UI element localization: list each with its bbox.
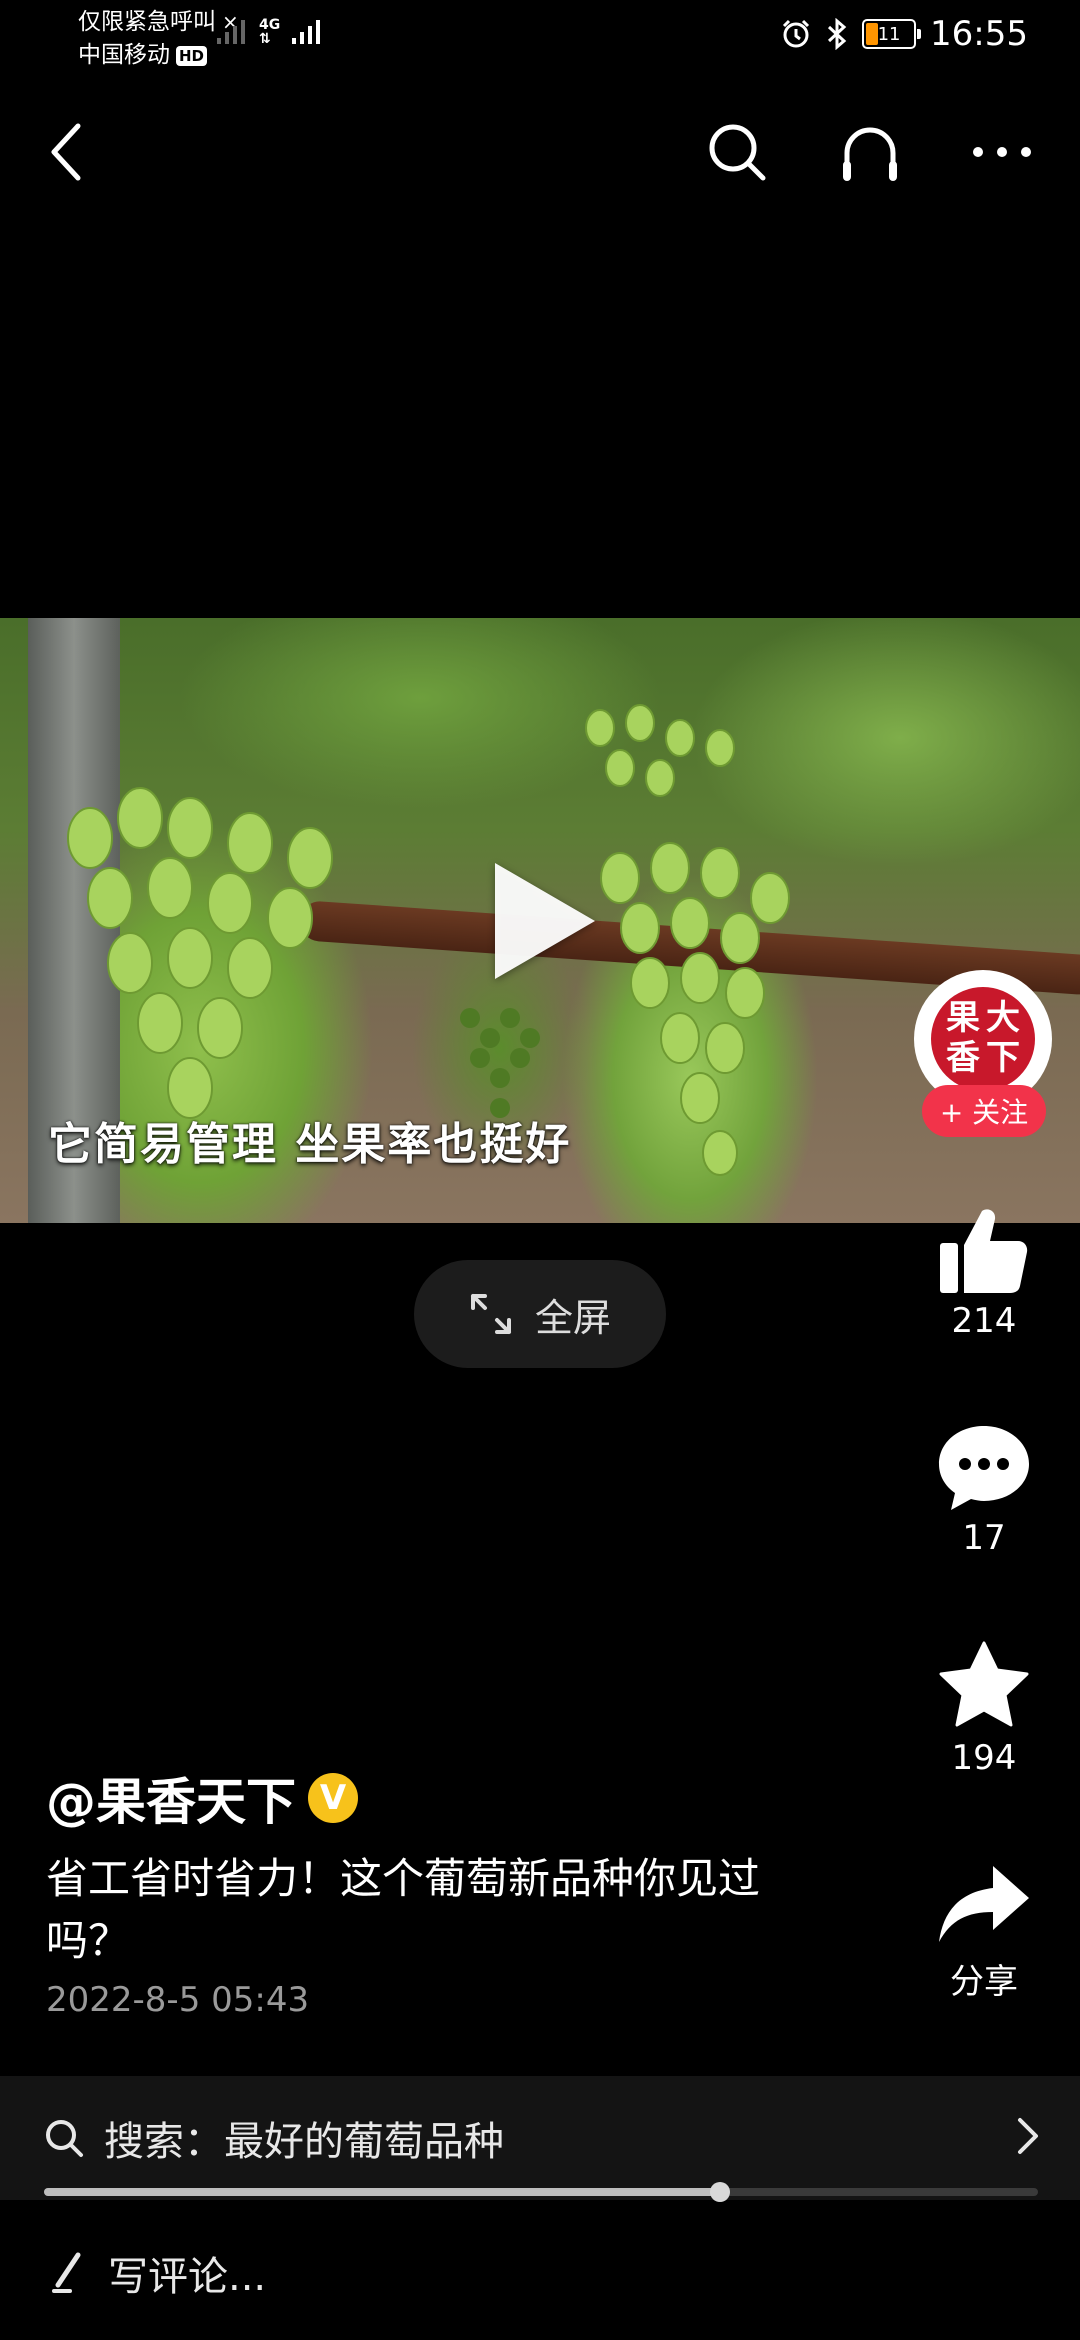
related-search-text: 搜索：最好的葡萄品种 [104, 2119, 504, 2165]
post-date: 2022-8-5 05:43 [46, 1980, 310, 2020]
search-button[interactable] [697, 112, 777, 192]
comment-count: 17 [962, 1518, 1006, 1558]
search-icon [709, 124, 766, 181]
signal-icon-2 [292, 20, 321, 44]
chevron-right-icon [1018, 2118, 1038, 2154]
comment-placeholder: 写评论... [108, 2254, 267, 2300]
comment-bubble-icon [939, 1426, 1029, 1510]
favorite-button[interactable]: 194 [915, 1640, 1053, 1778]
video-subtitle: 它简易管理 坐果率也挺好 [48, 1119, 572, 1170]
signal-icons: 4G ⇅ [215, 16, 324, 46]
video-progress-fill [44, 2188, 720, 2196]
video-progress-bar[interactable] [44, 2182, 1038, 2202]
status-bar-right: 11 16:55 [780, 14, 1028, 54]
listen-button[interactable] [830, 112, 910, 192]
like-count: 214 [951, 1301, 1017, 1341]
fullscreen-label: 全屏 [534, 1295, 611, 1340]
follow-button[interactable]: + 关注 [922, 1085, 1046, 1137]
related-search-bar[interactable]: 搜索：最好的葡萄品种 [0, 2076, 1080, 2200]
battery-icon: 11 [862, 19, 922, 49]
post-description: 省工省时省力！这个葡萄新品种你见过吗？ [46, 1854, 761, 1965]
signal-icon-1 [217, 20, 245, 44]
clock: 16:55 [930, 14, 1028, 54]
bluetooth-icon [827, 18, 847, 50]
comment-input-bar[interactable]: 写评论... [0, 2206, 1080, 2340]
back-arrow-icon [51, 123, 81, 181]
carrier-text: 中国移动 [78, 42, 170, 68]
more-icon [973, 147, 1031, 157]
favorite-count: 194 [951, 1738, 1017, 1778]
share-button[interactable]: 分享 [915, 1862, 1053, 2003]
verified-badge: V [308, 1773, 358, 1823]
like-button[interactable]: 214 [915, 1205, 1053, 1341]
author-name[interactable]: @果香天下 [46, 1762, 296, 1834]
pen-icon [52, 2252, 81, 2293]
headphones-icon [843, 127, 897, 181]
expand-icon [470, 1294, 511, 1334]
back-button[interactable] [26, 112, 106, 192]
comment-button[interactable]: 17 [915, 1422, 1053, 1558]
alarm-icon [782, 19, 810, 48]
play-icon[interactable] [495, 863, 595, 979]
share-arrow-icon [939, 1866, 1029, 1942]
share-label: 分享 [950, 1962, 1018, 2002]
fullscreen-button[interactable]: 全屏 [414, 1260, 666, 1368]
hd-badge: HD [176, 45, 208, 66]
emergency-text: 仅限紧急呼叫 [78, 9, 216, 35]
more-button[interactable] [962, 112, 1042, 192]
star-icon [939, 1641, 1029, 1727]
thumbs-up-icon [940, 1209, 1028, 1293]
avatar-seal-logo: 果大 香下 [931, 987, 1035, 1091]
network-type: 4G ⇅ [259, 17, 281, 47]
author-name-row[interactable]: @果香天下 V [46, 1762, 358, 1834]
video-player[interactable]: 它简易管理 坐果率也挺好 [0, 618, 1080, 1223]
video-progress-thumb[interactable] [709, 2182, 730, 2202]
search-icon [46, 2120, 83, 2157]
